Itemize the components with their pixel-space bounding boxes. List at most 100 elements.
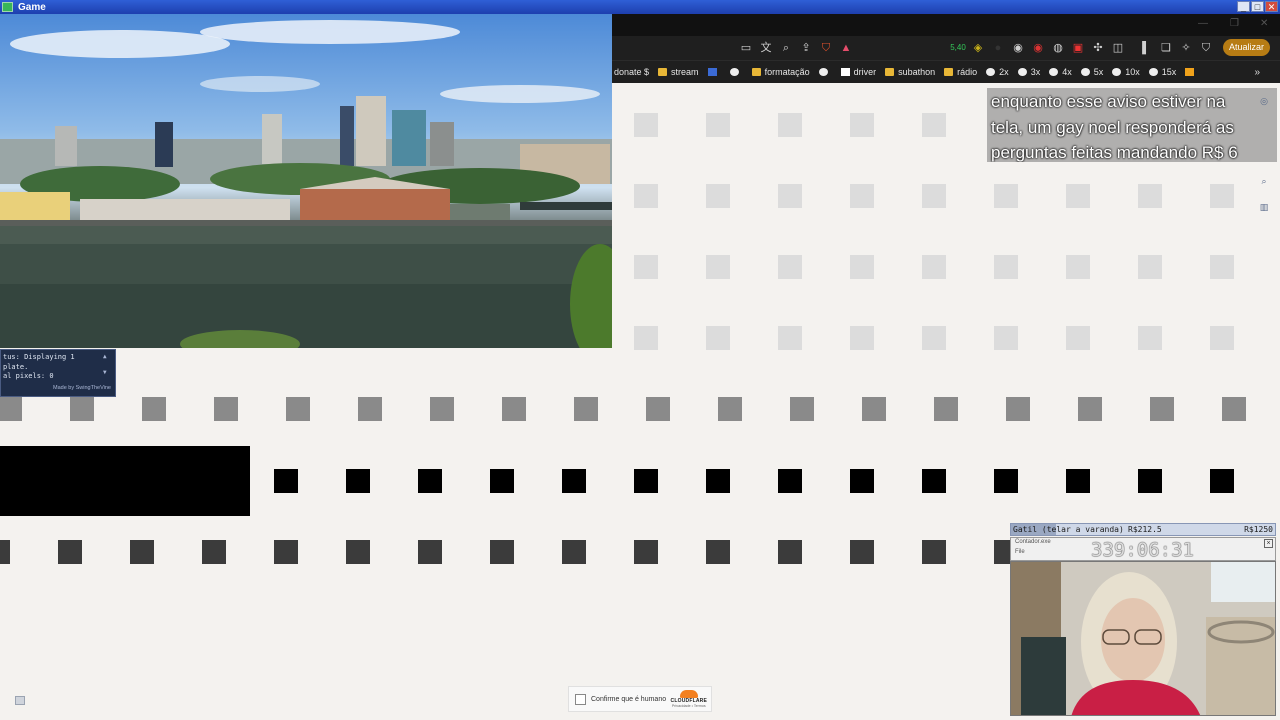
- bookmark-item[interactable]: [1185, 68, 1198, 76]
- light-square: [994, 184, 1018, 208]
- timer-window: Contador.exe File 339:06:31 ×: [1010, 537, 1276, 561]
- gray-square: [1222, 397, 1246, 421]
- human-checkbox[interactable]: [575, 693, 586, 705]
- bookmark-item[interactable]: 10x: [1112, 67, 1140, 77]
- light-square: [1138, 255, 1162, 279]
- extension-shield-icon[interactable]: ◍: [1050, 40, 1066, 56]
- bookmark-icon: [1049, 68, 1059, 76]
- bookmark-item[interactable]: [707, 68, 721, 76]
- light-square: [922, 184, 946, 208]
- extension-record-icon[interactable]: ◉: [1030, 40, 1046, 56]
- captcha-links[interactable]: Privacidade • Termos: [671, 704, 707, 708]
- light-square: [706, 326, 730, 350]
- extension-play-icon[interactable]: ◉: [1010, 40, 1026, 56]
- browser-close-icon[interactable]: ✕: [1260, 18, 1268, 29]
- dark-square: [202, 540, 226, 564]
- tabs-icon[interactable]: ❏: [1158, 40, 1174, 56]
- share-icon[interactable]: ⇪: [798, 40, 814, 56]
- black-square: [562, 469, 586, 493]
- bookmark-label: stream: [671, 67, 699, 77]
- bookmark-item[interactable]: [818, 68, 832, 76]
- light-square: [706, 184, 730, 208]
- side-search-icon[interactable]: ⌕: [1258, 175, 1270, 187]
- dark-square: [850, 540, 874, 564]
- captcha-label: Confirme que é humano: [591, 695, 667, 703]
- dark-square: [634, 540, 658, 564]
- light-square: [850, 255, 874, 279]
- light-square: [1210, 184, 1234, 208]
- timer-window-title: Contador.exe: [1015, 539, 1051, 545]
- browser-toolbar: ▭ 文 ⌕ ⇪ ⛉ ▲ 5,40 ◈ ● ◉ ◉ ◍ ▣ ✣ ◫ ▌ ❏ ✧ ⛉…: [612, 36, 1280, 60]
- puzzle-icon[interactable]: ✣: [1090, 40, 1106, 56]
- bookmark-icon: [1185, 68, 1195, 76]
- cloudflare-captcha: Confirme que é humano CLOUDFLARE Privaci…: [568, 686, 712, 712]
- folder-icon: [885, 68, 895, 76]
- gray-square: [430, 397, 454, 421]
- bookmark-item[interactable]: rádio: [944, 67, 977, 77]
- maximize-icon[interactable]: □: [1251, 1, 1264, 12]
- light-square: [850, 113, 874, 137]
- console-line: plate.: [3, 362, 29, 371]
- app-icon: [2, 2, 13, 12]
- dark-square: [346, 540, 370, 564]
- bookmark-item[interactable]: driver: [840, 67, 876, 77]
- side-profile-icon[interactable]: ◎: [1258, 95, 1270, 107]
- bookmark-item[interactable]: 5x: [1080, 67, 1103, 77]
- console-line: tus: Displaying 1: [3, 353, 75, 361]
- brave-rewards-icon[interactable]: ▲: [838, 40, 854, 56]
- vpn-icon[interactable]: ⛉: [1198, 40, 1214, 56]
- light-square: [778, 113, 802, 137]
- bookmark-item[interactable]: [729, 68, 743, 76]
- black-square: [1138, 469, 1162, 493]
- screenshot-icon[interactable]: ◫: [1110, 40, 1126, 56]
- bookmark-item[interactable]: 3x: [1017, 67, 1040, 77]
- window-title: Game: [18, 1, 46, 13]
- translate-icon[interactable]: 文: [758, 40, 774, 56]
- bookmark-item[interactable]: donate $: [614, 67, 649, 77]
- goal-target: R$1250: [1244, 525, 1273, 534]
- light-square: [1066, 255, 1090, 279]
- black-square: [850, 469, 874, 493]
- timer-close-icon[interactable]: ×: [1264, 539, 1273, 548]
- light-square: [994, 255, 1018, 279]
- black-square: [418, 469, 442, 493]
- bookmark-label: donate $: [614, 67, 650, 77]
- goal-name: Gatil (telar a varanda): [1013, 525, 1124, 534]
- gray-square: [214, 397, 238, 421]
- light-square: [850, 326, 874, 350]
- bookmark-item[interactable]: 15x: [1148, 67, 1176, 77]
- extension-counter-icon[interactable]: 5,40: [950, 40, 966, 56]
- extension-dark-icon[interactable]: ●: [990, 40, 1006, 56]
- gray-square: [1150, 397, 1174, 421]
- status-console: tus: Displaying 1 plate. al pixels: 0 ▲ ▼…: [0, 349, 116, 397]
- bookmark-item[interactable]: stream: [658, 67, 699, 77]
- console-scroll-icon[interactable]: ▲ ▼: [103, 353, 109, 377]
- minimize-icon[interactable]: _: [1237, 1, 1250, 12]
- timer-file-menu[interactable]: File: [1015, 549, 1025, 555]
- bookmark-item[interactable]: 4x: [1049, 67, 1072, 77]
- browser-minimize-icon[interactable]: —: [1198, 18, 1208, 29]
- zoom-icon[interactable]: ⌕: [778, 40, 794, 56]
- black-square: [1066, 469, 1090, 493]
- brave-shield-icon[interactable]: ⛉: [818, 40, 834, 56]
- bookmark-item[interactable]: formatação: [751, 67, 810, 77]
- light-square: [778, 255, 802, 279]
- folder-icon: [944, 68, 954, 76]
- sidebar-icon[interactable]: ▌: [1138, 40, 1154, 56]
- leo-icon[interactable]: ✧: [1178, 40, 1194, 56]
- gray-square: [934, 397, 958, 421]
- taskbar-icon[interactable]: [15, 696, 25, 705]
- gray-square: [0, 397, 22, 421]
- bookmarks-more-icon[interactable]: »: [1254, 67, 1260, 78]
- browser-restore-icon[interactable]: ❐: [1230, 18, 1239, 29]
- bookmark-item[interactable]: 2x: [986, 67, 1009, 77]
- update-button[interactable]: Atualizar: [1222, 39, 1270, 56]
- dark-square: [0, 540, 10, 564]
- extension-badge-icon[interactable]: ▣: [1070, 40, 1086, 56]
- extension-hint-icon[interactable]: ◈: [970, 40, 986, 56]
- close-icon[interactable]: ✕: [1265, 1, 1278, 12]
- dark-square: [130, 540, 154, 564]
- side-chart-icon[interactable]: ▥: [1258, 201, 1270, 213]
- cast-icon[interactable]: ▭: [738, 40, 754, 56]
- bookmark-item[interactable]: subathon: [885, 67, 935, 77]
